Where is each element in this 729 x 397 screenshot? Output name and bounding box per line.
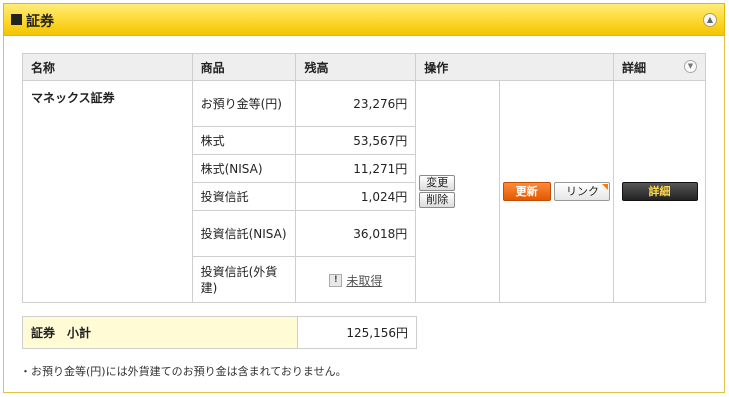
product-cell: お預り金等(円)	[191, 80, 297, 127]
balance-cell: 23,276円	[295, 80, 417, 127]
column-header-operation: 操作	[415, 53, 614, 81]
update-cell: 更新 リンク	[499, 80, 614, 303]
product-cell: 株式	[191, 126, 297, 155]
table-header-row: 名称 商品 残高 操作 詳細 ▼	[22, 53, 706, 81]
warning-icon: !	[329, 273, 343, 287]
table-row: マネックス証券 お預り金等(円) 23,276円 変更 削除 更新 リンク 詳細	[22, 80, 706, 303]
chevron-down-icon[interactable]: ▼	[684, 60, 697, 73]
subtotal-value: 125,156円	[297, 316, 417, 349]
detail-cell: 詳細	[613, 80, 706, 303]
balance-cell: 36,018円	[295, 210, 417, 257]
link-button[interactable]: リンク	[554, 182, 611, 201]
product-cell: 投資信託	[191, 182, 297, 211]
subtotal-label: 証券 小計	[22, 316, 298, 349]
change-button[interactable]: 変更	[419, 175, 456, 191]
section-header: 証券 ▲	[3, 3, 725, 36]
product-cell: 投資信託(NISA)	[191, 210, 297, 257]
column-header-name: 名称	[22, 53, 193, 81]
chevron-up-icon[interactable]: ▲	[703, 13, 717, 27]
column-header-balance: 残高	[295, 53, 417, 81]
subtotal-row: 証券 小計 125,156円	[22, 316, 417, 349]
column-header-detail-label: 詳細	[622, 60, 647, 75]
column-header-product: 商品	[191, 53, 297, 81]
operation-cell: 変更 削除	[415, 80, 501, 303]
balance-cell: 1,024円	[295, 182, 417, 211]
unfetched-link[interactable]: 未取得	[346, 272, 382, 289]
delete-button[interactable]: 削除	[419, 192, 456, 208]
footnote: ・お預り金等(円)には外貨建てのお預り金は含まれておりません。	[20, 365, 347, 378]
update-button[interactable]: 更新	[502, 182, 551, 201]
detail-button[interactable]: 詳細	[621, 182, 698, 201]
product-cell: 株式(NISA)	[191, 154, 297, 183]
balance-cell: 11,271円	[295, 154, 417, 183]
product-cell: 投資信託(外貨建)	[191, 256, 297, 303]
balance-cell: ! 未取得	[295, 256, 417, 303]
account-name: マネックス証券	[22, 80, 193, 303]
subtotal-table: 証券 小計 125,156円	[22, 316, 417, 349]
unfetched-status: ! 未取得	[329, 272, 382, 289]
square-bullet-icon	[11, 14, 22, 25]
balance-cell: 53,567円	[295, 126, 417, 155]
column-header-detail: 詳細 ▼	[613, 53, 706, 81]
securities-table: 名称 商品 残高 操作 詳細 ▼ マネックス証券 お預り金等(円) 23,276…	[22, 53, 706, 303]
section-title: 証券	[26, 14, 54, 30]
